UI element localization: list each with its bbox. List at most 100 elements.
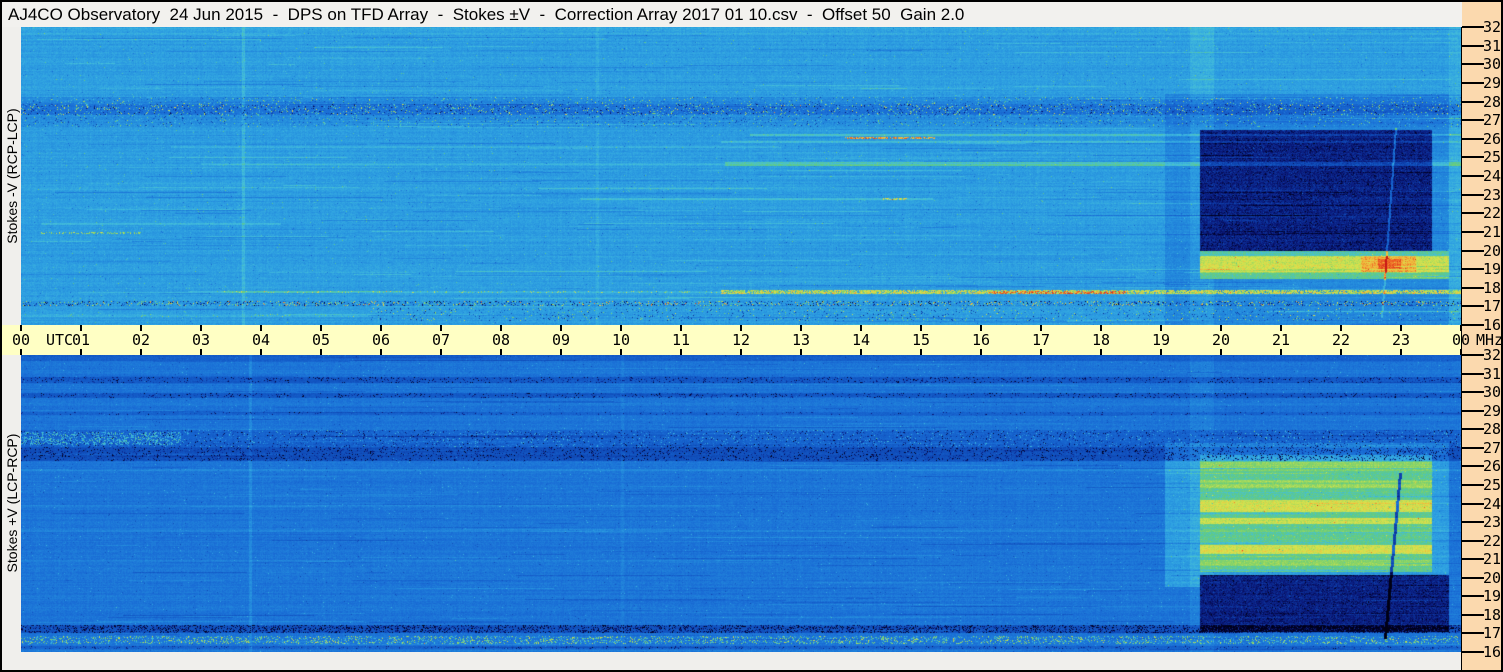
hour-label: 09 <box>551 331 571 349</box>
hour-label: 07 <box>431 331 451 349</box>
freq-tick <box>1462 268 1484 271</box>
freq-tick-label: 20 <box>1483 568 1502 587</box>
freq-tick-label: 20 <box>1483 241 1502 260</box>
freq-tick <box>1462 595 1484 598</box>
freq-tick-label: 27 <box>1483 111 1502 130</box>
freq-tick <box>1462 465 1484 468</box>
freq-tick <box>1462 44 1484 47</box>
freq-tick <box>1462 26 1484 28</box>
freq-tick <box>1462 409 1484 412</box>
hour-label: 02 <box>131 331 151 349</box>
freq-tick <box>1462 613 1484 616</box>
freq-tick <box>1462 483 1484 486</box>
hour-tick <box>320 349 322 355</box>
freq-tick-label: 23 <box>1483 513 1502 532</box>
freq-tick <box>1462 576 1484 579</box>
hour-label: 08 <box>491 331 511 349</box>
freq-tick <box>1462 193 1484 196</box>
freq-tick-label: 27 <box>1483 438 1502 457</box>
freq-tick <box>1462 286 1484 289</box>
freq-tick <box>1462 249 1484 252</box>
hour-label: 22 <box>1331 331 1351 349</box>
freq-tick-label: 24 <box>1483 494 1502 513</box>
freq-tick-label: 19 <box>1483 587 1502 606</box>
freq-tick-label: 25 <box>1483 148 1502 167</box>
hour-label: 00 <box>1451 331 1471 349</box>
title-bar: AJ4CO Observatory 24 Jun 2015 - DPS on T… <box>2 2 1462 27</box>
hour-tick <box>1100 349 1102 355</box>
hour-label: 15 <box>911 331 931 349</box>
freq-tick-label: 29 <box>1483 401 1502 420</box>
freq-tick-label: 26 <box>1483 457 1502 476</box>
hour-label: 16 <box>971 331 991 349</box>
freq-tick <box>1462 156 1484 159</box>
hour-label: 18 <box>1091 331 1111 349</box>
hour-label: 19 <box>1151 331 1171 349</box>
hour-tick <box>440 349 442 355</box>
freq-tick <box>1462 230 1484 233</box>
freq-tick-label: 31 <box>1483 364 1502 383</box>
freq-tick <box>1462 558 1484 561</box>
freq-tick-label: 28 <box>1483 92 1502 111</box>
freq-tick-label: 29 <box>1483 73 1502 92</box>
freq-tick <box>1462 521 1484 524</box>
freq-tick <box>1462 63 1484 66</box>
hour-label: 12 <box>731 331 751 349</box>
hour-tick <box>1340 349 1342 355</box>
freq-tick <box>1462 651 1484 653</box>
freq-tick <box>1462 428 1484 431</box>
hour-tick <box>140 349 142 355</box>
freq-tick-label: 16 <box>1483 643 1502 661</box>
hour-tick <box>800 349 802 355</box>
hour-label: 04 <box>251 331 271 349</box>
freq-tick-label: 32 <box>1483 18 1502 36</box>
hour-tick <box>1280 349 1282 355</box>
time-axis-strip: UTC 00 01 02 03 04 05 06 07 08 09 10 11 12 13 14 15 16 17… <box>2 325 1470 355</box>
freq-tick-label: 32 <box>1483 346 1502 364</box>
freq-tick <box>1462 354 1484 356</box>
spectrogram-stokes-minus-v <box>21 27 1461 325</box>
freq-tick <box>1462 446 1484 449</box>
hour-label: 01 <box>71 331 91 349</box>
hour-tick <box>1400 349 1402 355</box>
freq-tick <box>1462 391 1484 394</box>
freq-tick-label: 31 <box>1483 36 1502 55</box>
freq-tick-label: 24 <box>1483 167 1502 185</box>
freq-tick-label: 25 <box>1483 475 1502 494</box>
freq-tick-label: 22 <box>1483 204 1502 223</box>
top-panel-ylabel: Stokes -V (RCP-LCP) <box>4 108 20 244</box>
hour-label: 05 <box>311 331 331 349</box>
freq-tick-label: 23 <box>1483 185 1502 204</box>
freq-tick <box>1462 119 1484 122</box>
hour-label: 06 <box>371 331 391 349</box>
hour-tick <box>740 349 742 355</box>
hour-tick <box>500 349 502 355</box>
freq-tick <box>1462 175 1484 177</box>
freq-tick-label: 21 <box>1483 222 1502 241</box>
hour-label: 17 <box>1031 331 1051 349</box>
bottom-margin-strip <box>2 652 1461 670</box>
freq-tick-label: 22 <box>1483 531 1502 550</box>
freq-tick-label: 28 <box>1483 420 1502 439</box>
freq-tick-label: 17 <box>1483 624 1502 643</box>
freq-tick-label: 19 <box>1483 260 1502 279</box>
hour-tick <box>560 349 562 355</box>
hour-tick <box>1040 349 1042 355</box>
hour-label: 23 <box>1391 331 1411 349</box>
freq-tick-label: 30 <box>1483 383 1502 402</box>
hour-label: 03 <box>191 331 211 349</box>
hour-tick <box>1160 349 1162 355</box>
freq-tick-label: 30 <box>1483 55 1502 74</box>
freq-tick-label: 26 <box>1483 129 1502 148</box>
hour-tick <box>680 349 682 355</box>
hour-tick <box>380 349 382 355</box>
hour-label: 14 <box>851 331 871 349</box>
hour-label: 20 <box>1211 331 1231 349</box>
hour-label: 21 <box>1271 331 1291 349</box>
freq-tick <box>1462 305 1484 308</box>
hour-label: 10 <box>611 331 631 349</box>
freq-tick <box>1462 539 1484 542</box>
hour-tick <box>1220 349 1222 355</box>
hour-tick <box>260 349 262 355</box>
freq-tick <box>1462 632 1484 635</box>
